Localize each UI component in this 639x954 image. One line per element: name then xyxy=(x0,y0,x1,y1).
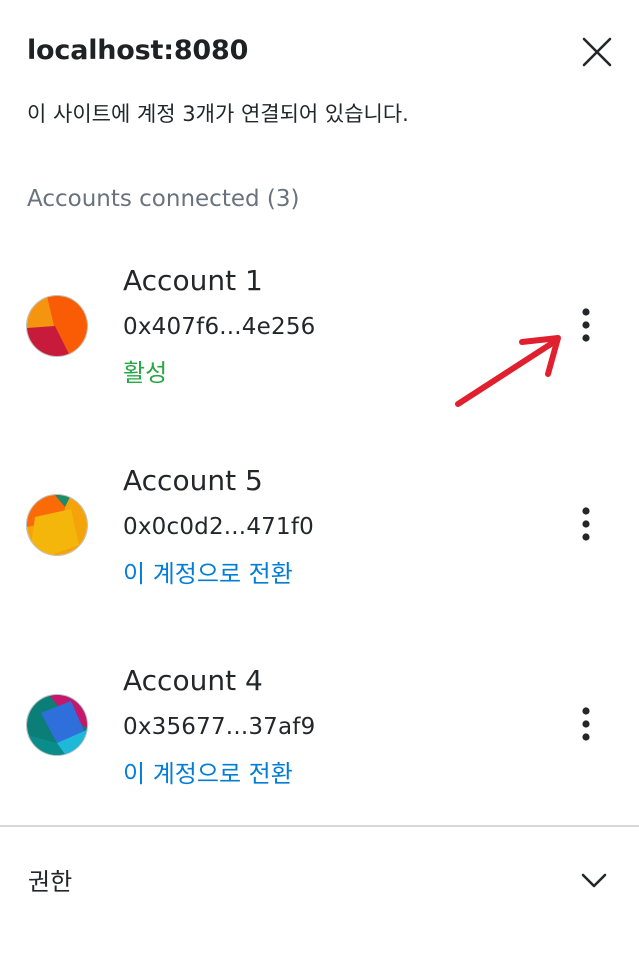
permissions-section[interactable]: 권한 xyxy=(0,828,639,928)
account-avatar xyxy=(26,494,88,556)
kebab-menu-icon[interactable] xyxy=(570,705,602,745)
switch-account-link[interactable]: 이 계정으로 전환 xyxy=(123,754,293,789)
account-address: 0x407f6...4e256 xyxy=(123,314,316,340)
switch-account-link[interactable]: 이 계정으로 전환 xyxy=(123,554,293,589)
account-name: Account 1 xyxy=(123,264,263,297)
account-avatar xyxy=(26,694,88,756)
account-row[interactable]: Account 4 0x35677...37af9 이 계정으로 전환 xyxy=(0,650,639,800)
account-name: Account 4 xyxy=(123,664,263,697)
account-status-active: 활성 xyxy=(123,359,168,387)
connection-summary-text: 이 사이트에 계정 3개가 연결되어 있습니다. xyxy=(27,102,409,126)
account-row[interactable]: Account 5 0x0c0d2...471f0 이 계정으로 전환 xyxy=(0,450,639,600)
connected-accounts-popup: localhost:8080 이 사이트에 계정 3개가 연결되어 있습니다. … xyxy=(0,0,639,954)
kebab-menu-icon[interactable] xyxy=(570,306,602,346)
account-address: 0x35677...37af9 xyxy=(123,714,316,740)
chevron-down-icon[interactable] xyxy=(578,868,610,892)
permissions-label: 권한 xyxy=(28,868,73,896)
account-name: Account 5 xyxy=(123,464,263,497)
account-avatar xyxy=(26,295,88,357)
section-divider xyxy=(0,825,639,827)
accounts-connected-label: Accounts connected (3) xyxy=(27,186,300,212)
kebab-menu-icon[interactable] xyxy=(570,505,602,545)
popup-header: localhost:8080 xyxy=(27,30,613,76)
close-icon[interactable] xyxy=(581,36,613,68)
annotation-arrow-icon xyxy=(450,328,570,413)
site-origin-title: localhost:8080 xyxy=(27,35,249,66)
account-address: 0x0c0d2...471f0 xyxy=(123,514,314,540)
